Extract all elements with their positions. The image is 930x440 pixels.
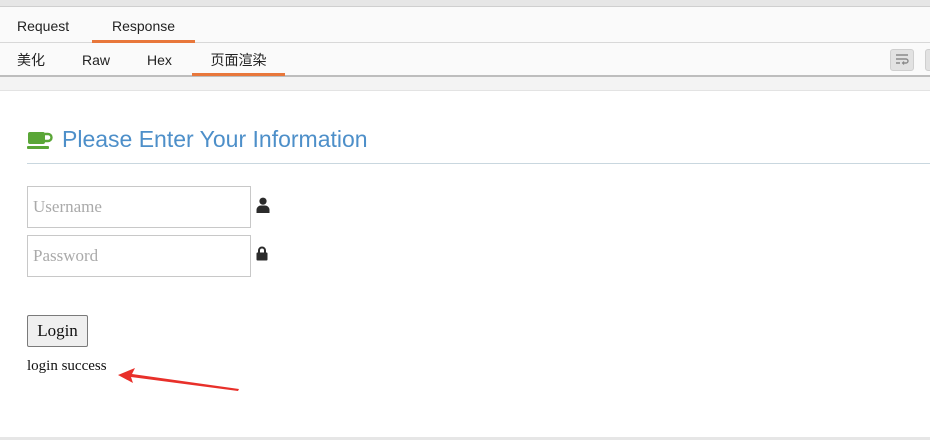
- tab-hex[interactable]: Hex: [147, 43, 172, 75]
- view-tab-bar: 美化 Raw Hex 页面渲染: [0, 43, 930, 77]
- app-window: Request Response 美化 Raw Hex 页面渲染 Please …: [0, 0, 930, 440]
- tab-render[interactable]: 页面渲染: [192, 43, 285, 76]
- tab-response[interactable]: Response: [92, 7, 195, 43]
- password-input[interactable]: [27, 235, 251, 277]
- window-top-border: [0, 0, 930, 7]
- wrap-lines-icon: [896, 54, 909, 65]
- lock-icon: [256, 246, 268, 261]
- annotation-arrow-icon: [118, 368, 239, 391]
- tab-raw[interactable]: Raw: [82, 43, 110, 75]
- message-tab-bar: Request Response: [0, 7, 930, 43]
- heading-divider: [27, 163, 930, 164]
- tab-request[interactable]: Request: [17, 7, 69, 42]
- wrap-lines-button[interactable]: [890, 49, 914, 71]
- tab-pretty[interactable]: 美化: [17, 43, 45, 75]
- login-button[interactable]: Login: [27, 315, 88, 347]
- menu-button[interactable]: [925, 49, 930, 71]
- user-icon: [256, 197, 270, 213]
- page-title: Please Enter Your Information: [62, 126, 368, 152]
- coffee-cup-icon: [27, 132, 53, 149]
- login-status-message: login success: [27, 358, 107, 374]
- username-input[interactable]: [27, 186, 251, 228]
